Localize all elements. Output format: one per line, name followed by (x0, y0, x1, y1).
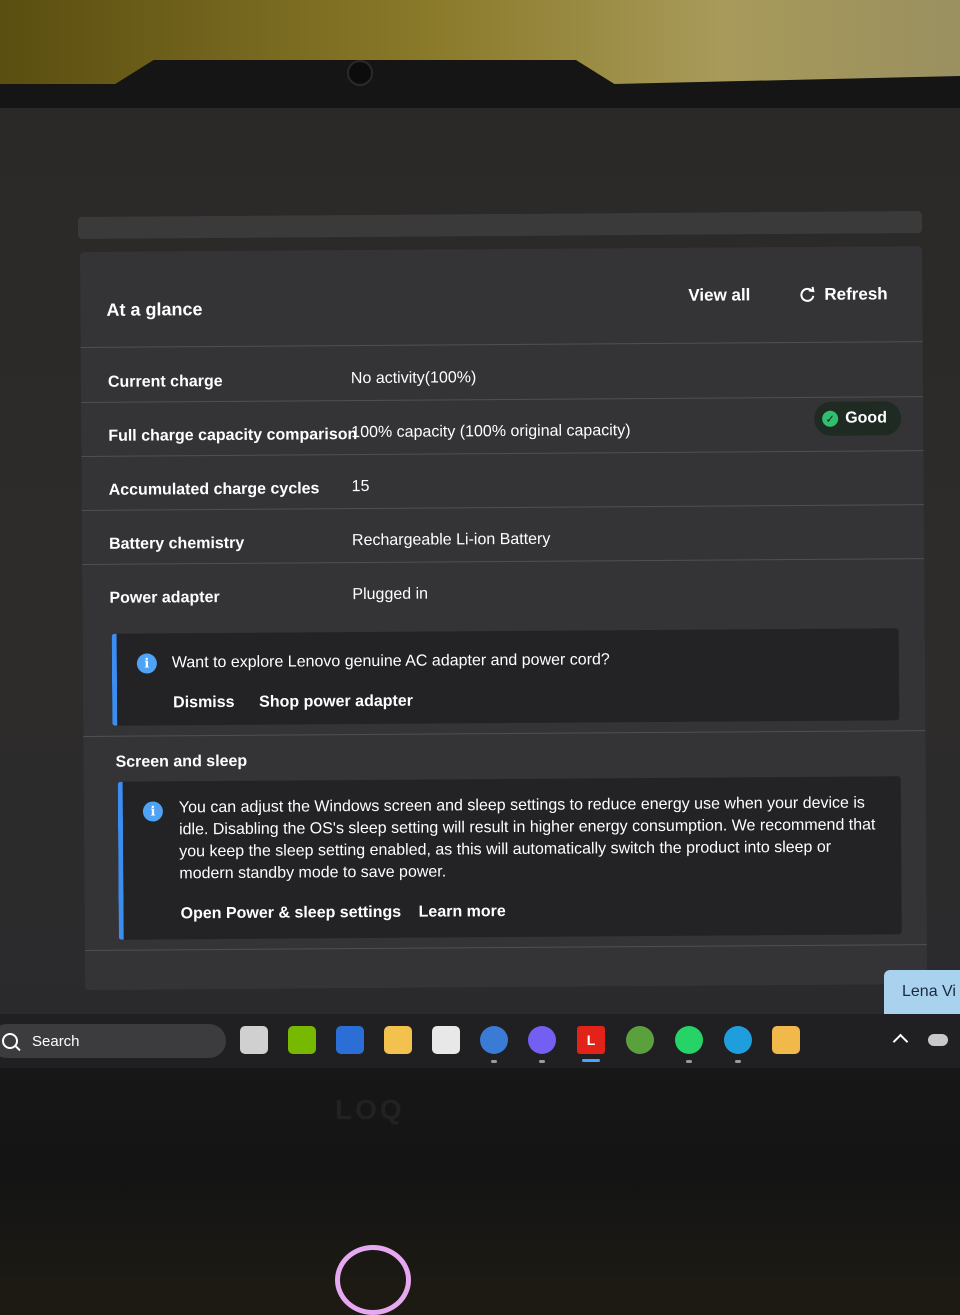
task-view-icon[interactable] (240, 1026, 268, 1054)
paint-icon[interactable] (772, 1026, 800, 1054)
divider (83, 730, 926, 737)
viber-icon[interactable] (528, 1026, 556, 1054)
card-title: At a glance (106, 299, 203, 320)
screen-sleep-text: You can adjust the Windows screen and sl… (178, 794, 876, 883)
current-charge-value: No activity(100%) (350, 369, 477, 388)
audio-app-icon[interactable] (480, 1026, 508, 1054)
refresh-label: Refresh (824, 284, 888, 304)
divider (81, 396, 924, 403)
divider (81, 504, 924, 511)
current-charge-label: Current charge (107, 373, 223, 391)
maps-app-icon[interactable] (626, 1026, 654, 1054)
charge-cycles-label: Accumulated charge cycles (108, 480, 320, 499)
screen-and-sleep-title: Screen and sleep (115, 752, 248, 771)
info-icon: i (142, 801, 163, 822)
whatsapp-icon[interactable] (675, 1026, 703, 1054)
active-app-indicator (582, 1059, 600, 1062)
refresh-icon (800, 286, 815, 302)
screen-sleep-notice: i You can adjust the Windows screen and … (117, 776, 902, 940)
running-indicator (491, 1060, 497, 1063)
light-reflection (335, 1245, 411, 1315)
edge-icon[interactable] (724, 1026, 752, 1054)
taskbar-tooltip: Lena Vi (884, 970, 960, 1014)
word-icon[interactable] (336, 1026, 364, 1054)
at-a-glance-card: At a glance View all Refresh Current cha… (80, 246, 928, 990)
divider (84, 944, 927, 951)
status-badge-label: Good (845, 409, 888, 427)
status-badge: ✓ Good (814, 401, 902, 436)
refresh-button[interactable]: Refresh (798, 284, 888, 305)
show-hidden-icons-chevron-icon[interactable] (892, 1033, 909, 1050)
adapter-notice: i Want to explore Lenovo genuine AC adap… (111, 628, 900, 726)
divider (80, 341, 923, 348)
microsoft-store-icon[interactable] (432, 1026, 460, 1054)
view-all-link[interactable]: View all (688, 285, 750, 305)
webcam (347, 60, 373, 86)
divider (82, 558, 925, 565)
taskbar-search[interactable]: Search (0, 1024, 226, 1058)
search-label: Search (32, 1032, 80, 1050)
onedrive-icon[interactable] (928, 1034, 948, 1046)
full-charge-capacity-label: Full charge capacity comparison (108, 426, 358, 445)
charge-cycles-value: 15 (351, 477, 370, 496)
tooltip-label: Lena Vi (902, 983, 956, 1000)
file-explorer-icon[interactable] (384, 1026, 412, 1054)
laptop-bottom-bezel (0, 1068, 960, 1277)
taskbar: Search L (0, 1014, 960, 1068)
checkmark-icon: ✓ (822, 410, 839, 427)
running-indicator (539, 1060, 545, 1063)
adapter-notice-text: Want to explore Lenovo genuine AC adapte… (171, 651, 610, 672)
learn-more-link[interactable]: Learn more (419, 903, 506, 922)
laptop-logo: LOQ (335, 1094, 405, 1125)
full-charge-capacity-value: 100% capacity (100% original capacity) (351, 422, 631, 442)
open-power-sleep-settings-link[interactable]: Open Power & sleep settings (181, 904, 402, 924)
power-adapter-value: Plugged in (352, 585, 429, 604)
divider (81, 450, 924, 457)
info-icon: i (136, 653, 157, 674)
search-icon (2, 1033, 18, 1049)
lenovo-vantage-icon[interactable]: L (577, 1026, 605, 1054)
battery-chemistry-label: Battery chemistry (108, 534, 245, 553)
dismiss-button[interactable]: Dismiss (173, 694, 234, 712)
nvidia-icon[interactable] (288, 1026, 316, 1054)
shop-power-adapter-link[interactable]: Shop power adapter (259, 693, 413, 712)
running-indicator (735, 1060, 741, 1063)
view-all-label: View all (688, 285, 751, 305)
battery-chemistry-value: Rechargeable Li-ion Battery (351, 530, 551, 550)
power-adapter-label: Power adapter (109, 589, 220, 607)
running-indicator (686, 1060, 692, 1063)
